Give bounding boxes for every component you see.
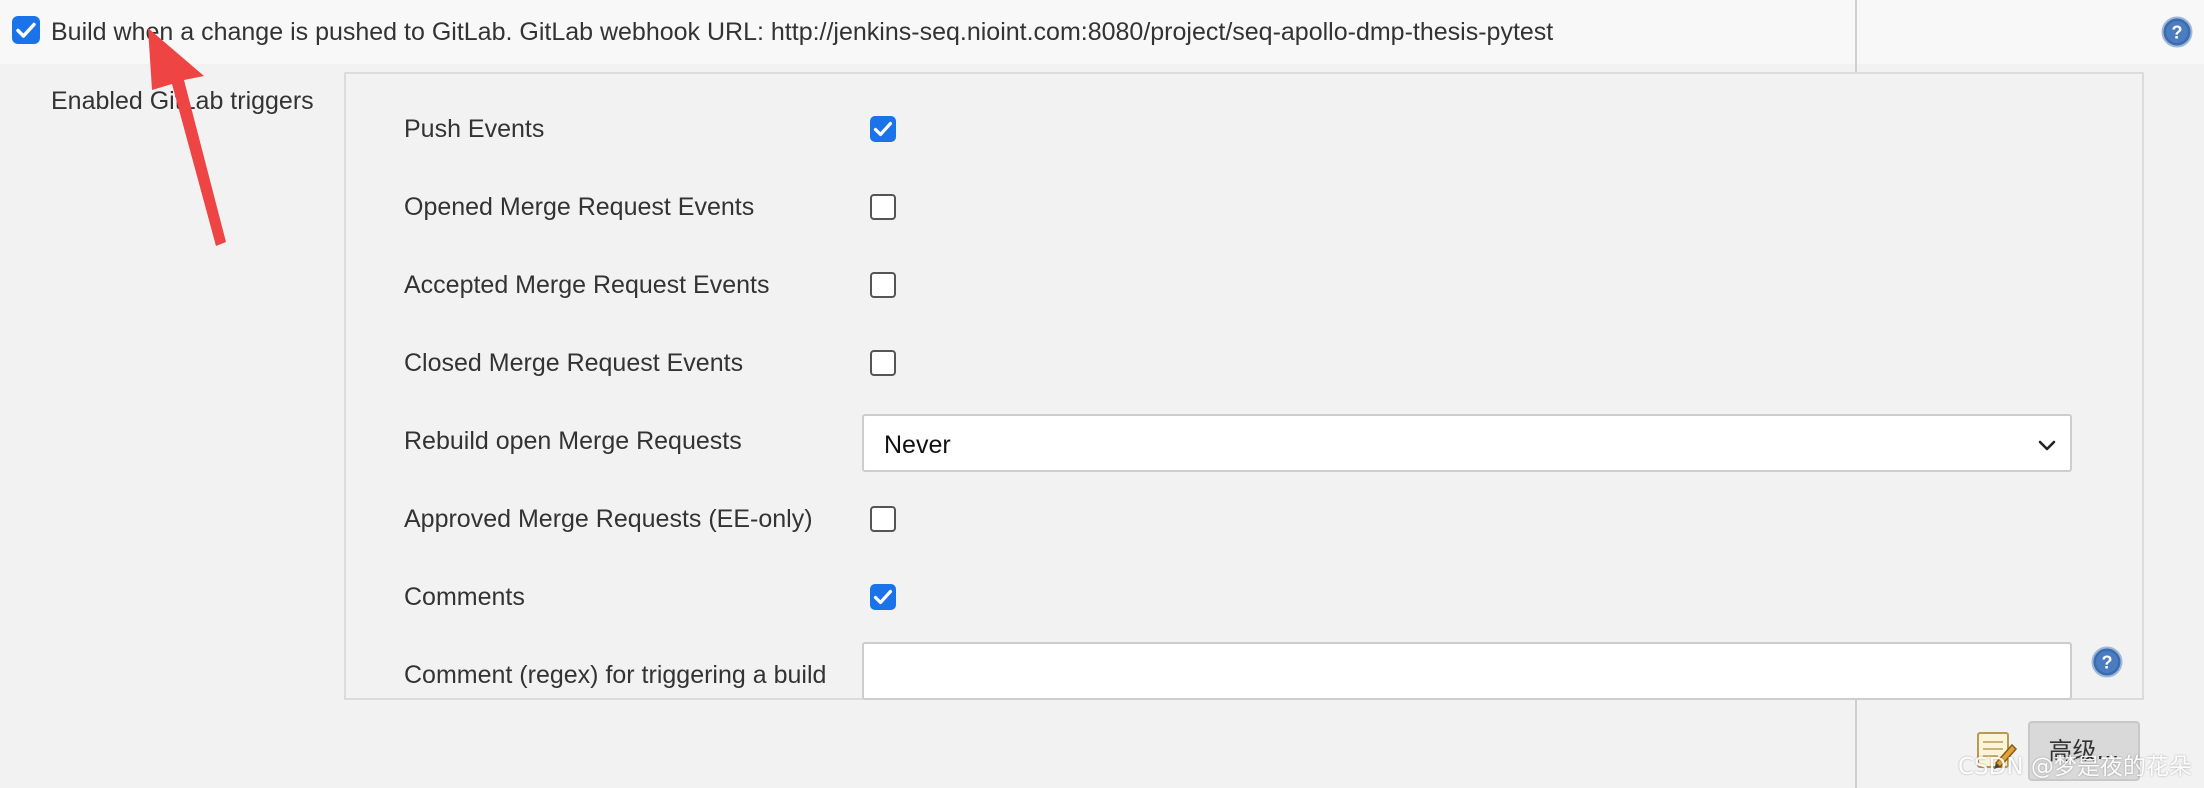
closed-mr-events-row: Closed Merge Request Events — [346, 334, 2142, 394]
checkmark-icon — [873, 589, 893, 605]
build-on-push-checkbox[interactable] — [12, 16, 40, 44]
comment-regex-row: Comment (regex) for triggering a build ? — [346, 642, 2142, 706]
checkmark-icon — [16, 22, 36, 38]
rebuild-open-mr-select[interactable]: Never — [862, 414, 2072, 472]
accepted-mr-events-row: Accepted Merge Request Events — [346, 256, 2142, 316]
accepted-mr-events-label: Accepted Merge Request Events — [404, 271, 770, 299]
svg-text:?: ? — [2172, 23, 2183, 43]
closed-mr-events-checkbox[interactable] — [870, 350, 896, 376]
comments-checkbox[interactable] — [870, 584, 896, 610]
comment-regex-label: Comment (regex) for triggering a build — [404, 661, 827, 689]
accepted-mr-events-checkbox[interactable] — [870, 272, 896, 298]
rebuild-open-mr-row: Rebuild open Merge Requests Never — [346, 412, 2142, 472]
closed-mr-events-label: Closed Merge Request Events — [404, 349, 744, 377]
build-on-push-label: Build when a change is pushed to GitLab.… — [51, 18, 1554, 46]
comment-regex-input[interactable] — [862, 642, 2072, 700]
push-events-checkbox[interactable] — [870, 116, 896, 142]
chevron-down-icon — [2038, 440, 2056, 451]
help-icon[interactable]: ? — [2091, 646, 2123, 678]
svg-text:?: ? — [2102, 653, 2113, 673]
comments-row: Comments — [346, 568, 2142, 628]
approved-mr-label: Approved Merge Requests (EE-only) — [404, 505, 813, 533]
help-icon[interactable]: ? — [2161, 16, 2193, 48]
rebuild-open-mr-label: Rebuild open Merge Requests — [404, 427, 742, 455]
opened-mr-events-label: Opened Merge Request Events — [404, 193, 755, 221]
opened-mr-events-row: Opened Merge Request Events — [346, 178, 2142, 238]
opened-mr-events-checkbox[interactable] — [870, 194, 896, 220]
csdn-watermark: CSDN @梦是夜的花朵 — [1958, 754, 2192, 780]
push-events-label: Push Events — [404, 115, 545, 143]
approved-mr-checkbox[interactable] — [870, 506, 896, 532]
rebuild-open-mr-value: Never — [884, 431, 951, 459]
enabled-triggers-label: Enabled GitLab triggers — [51, 87, 314, 115]
checkmark-icon — [873, 121, 893, 137]
triggers-panel: Push Events Opened Merge Request Events … — [344, 72, 2144, 700]
approved-mr-row: Approved Merge Requests (EE-only) — [346, 490, 2142, 550]
comments-label: Comments — [404, 583, 525, 611]
push-events-row: Push Events — [346, 100, 2142, 160]
